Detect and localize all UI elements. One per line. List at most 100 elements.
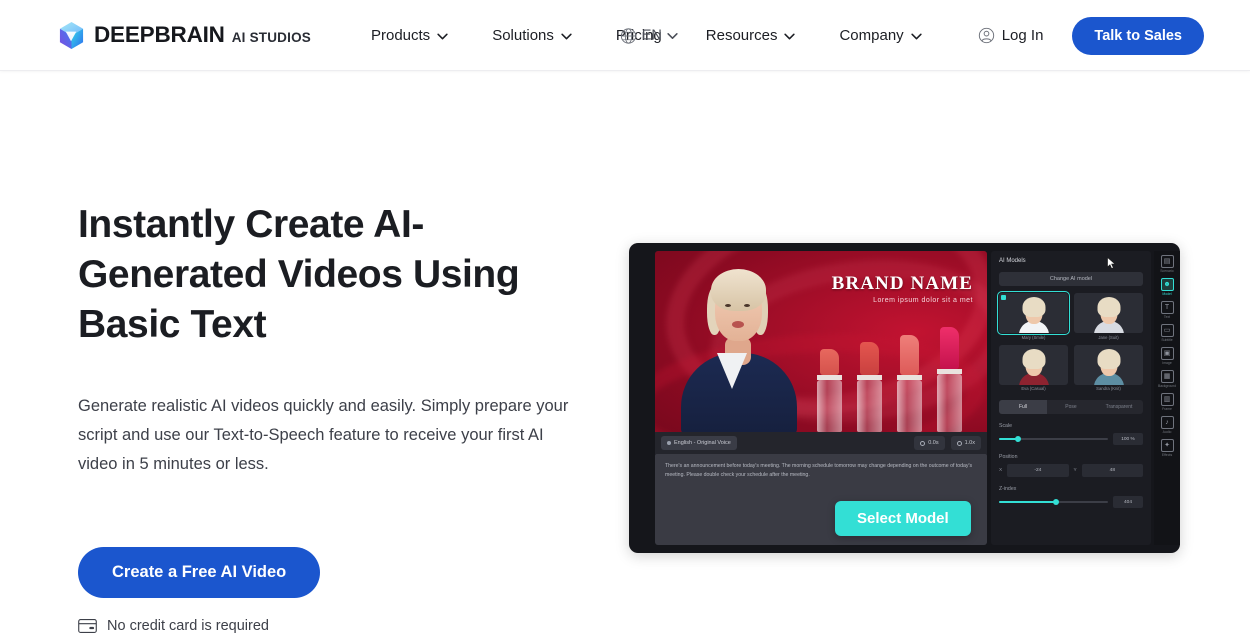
rail-item-scenario[interactable]: ▤ Scenario bbox=[1155, 255, 1179, 273]
login-label: Log In bbox=[1001, 27, 1044, 44]
scale-slider[interactable] bbox=[999, 436, 1108, 442]
duration-label: 0.0s bbox=[928, 440, 939, 446]
position-label: Position bbox=[999, 454, 1018, 460]
brand-logo[interactable]: DEEPBRAIN AI STUDIOS bbox=[58, 21, 311, 50]
position-x-input[interactable]: -24 bbox=[1007, 464, 1069, 477]
rail-label: Effects bbox=[1161, 453, 1173, 457]
model-name: Sandra (Knit) bbox=[1096, 386, 1121, 391]
chevron-down-icon bbox=[437, 27, 448, 44]
cube-logo-icon bbox=[58, 21, 85, 50]
login-link[interactable]: Log In bbox=[978, 27, 1044, 44]
speed-control[interactable]: 1.0x bbox=[950, 436, 981, 450]
zindex-slider[interactable] bbox=[999, 499, 1108, 505]
position-y-axis: Y bbox=[1073, 468, 1077, 473]
model-mode-tabs: Full Pose Transparent bbox=[999, 400, 1143, 414]
stage-toolbar: English - Original Voice 0.0s 1.0x bbox=[655, 432, 987, 454]
canvas-brand-tagline: Lorem ipsum dolor sit a met bbox=[873, 297, 973, 304]
model-name: Eva (Casual) bbox=[1021, 386, 1046, 391]
microphone-icon bbox=[667, 441, 671, 445]
image-icon: ▣ bbox=[1163, 350, 1171, 357]
rail-label: Text bbox=[1163, 315, 1171, 319]
duration-control[interactable]: 0.0s bbox=[914, 436, 945, 450]
zindex-value[interactable]: 404 bbox=[1113, 496, 1143, 508]
model-grid: Mary (Smile) Jane (Suit) Eva (Casual) Sa… bbox=[997, 291, 1143, 391]
model-icon: ☻ bbox=[1163, 281, 1171, 288]
brand-name: DEEPBRAIN bbox=[94, 22, 225, 47]
nav-label-products: Products bbox=[370, 26, 431, 44]
model-name: Jane (Suit) bbox=[1098, 334, 1119, 340]
rail-item-image[interactable]: ▣ Image bbox=[1155, 347, 1179, 365]
editor-tool-rail: ▤ Scenario ☻ Model T Text ▭ Subtitle ▣ I… bbox=[1154, 251, 1180, 545]
rail-item-frame[interactable]: ▥ Frame bbox=[1155, 393, 1179, 411]
language-selector[interactable]: EN bbox=[620, 27, 678, 44]
ai-presenter-avatar bbox=[673, 257, 805, 432]
model-name: Mary (Smile) bbox=[1021, 334, 1046, 340]
rail-label: Scenario bbox=[1160, 269, 1174, 273]
model-card[interactable]: Sandra (Knit) bbox=[1074, 344, 1143, 391]
tab-full[interactable]: Full bbox=[999, 400, 1047, 414]
nav-item-company[interactable]: Company bbox=[839, 19, 922, 52]
effects-icon: ✦ bbox=[1164, 442, 1170, 449]
chevron-down-icon bbox=[561, 27, 572, 44]
nav-item-products[interactable]: Products bbox=[371, 19, 448, 52]
tab-transparent[interactable]: Transparent bbox=[1095, 400, 1143, 414]
nav-label-solutions: Solutions bbox=[492, 26, 554, 44]
user-circle-icon bbox=[978, 27, 995, 44]
clock-icon bbox=[920, 440, 926, 446]
language-label: EN bbox=[641, 27, 662, 44]
hero-content: Instantly Create AI-Generated Videos Usi… bbox=[78, 200, 598, 634]
hero-subtitle: Generate realistic AI videos quickly and… bbox=[78, 397, 569, 473]
rail-item-effects[interactable]: ✦ Effects bbox=[1155, 439, 1179, 457]
tab-pose[interactable]: Pose bbox=[1047, 400, 1095, 414]
rail-item-subtitle[interactable]: ▭ Subtitle bbox=[1155, 324, 1179, 342]
no-credit-card-label: No credit card is required bbox=[107, 618, 269, 634]
scale-label: Scale bbox=[999, 423, 1012, 429]
audio-icon: ♪ bbox=[1165, 419, 1169, 426]
create-free-ai-video-button[interactable]: Create a Free AI Video bbox=[78, 547, 321, 598]
nav-item-resources[interactable]: Resources bbox=[706, 19, 796, 52]
frame-icon: ▥ bbox=[1163, 396, 1171, 403]
rail-label: Background bbox=[1157, 384, 1177, 388]
rail-item-audio[interactable]: ♪ Audio bbox=[1155, 416, 1179, 434]
rail-label: Subtitle bbox=[1161, 338, 1173, 342]
scale-slider-row: 100 % bbox=[999, 433, 1143, 445]
select-model-button[interactable]: Select Model bbox=[835, 501, 971, 536]
hero-title: Instantly Create AI-Generated Videos Usi… bbox=[78, 203, 520, 346]
no-credit-card-note: No credit card is required bbox=[78, 618, 598, 634]
credit-card-icon bbox=[78, 619, 97, 633]
speed-icon bbox=[956, 440, 962, 446]
selected-indicator bbox=[1001, 295, 1006, 300]
canvas-brand-name: BRAND NAME bbox=[831, 273, 973, 294]
model-card[interactable]: Mary (Smile) bbox=[997, 291, 1070, 340]
chevron-down-icon bbox=[667, 28, 678, 44]
rail-label: Frame bbox=[1162, 407, 1172, 411]
position-y-input[interactable]: 48 bbox=[1081, 464, 1143, 477]
position-x-axis: X bbox=[999, 468, 1003, 473]
rail-label: Model bbox=[1162, 292, 1172, 296]
product-lipsticks-image bbox=[803, 322, 983, 432]
position-row: X -24 Y 48 bbox=[999, 464, 1143, 477]
subtitle-icon: ▭ bbox=[1163, 327, 1171, 334]
script-text: There's an announcement before today's m… bbox=[665, 463, 973, 478]
voice-language-chip[interactable]: English - Original Voice bbox=[661, 436, 737, 450]
chevron-down-icon bbox=[911, 27, 922, 44]
video-canvas[interactable]: BRAND NAME Lorem ipsum dolor sit a met bbox=[655, 251, 987, 432]
site-header: DEEPBRAIN AI STUDIOS Products Solutions … bbox=[0, 0, 1250, 71]
talk-to-sales-button[interactable]: Talk to Sales bbox=[1072, 16, 1204, 55]
rail-item-background[interactable]: ▦ Background bbox=[1155, 370, 1179, 388]
nav-label-company: Company bbox=[839, 26, 904, 44]
globe-icon bbox=[620, 27, 637, 44]
change-ai-model-button[interactable]: Change AI model bbox=[999, 272, 1143, 286]
speed-label: 1.0x bbox=[964, 440, 975, 446]
model-card[interactable]: Jane (Suit) bbox=[1074, 293, 1143, 340]
rail-item-text[interactable]: T Text bbox=[1155, 301, 1179, 319]
zindex-slider-row: 404 bbox=[999, 496, 1143, 508]
rail-item-model[interactable]: ☻ Model bbox=[1155, 278, 1179, 296]
scale-value[interactable]: 100 % bbox=[1113, 433, 1143, 445]
model-card[interactable]: Eva (Casual) bbox=[999, 344, 1068, 391]
panel-title: AI Models bbox=[999, 258, 1026, 264]
nav-item-solutions[interactable]: Solutions bbox=[492, 19, 572, 52]
rail-label: Image bbox=[1162, 361, 1172, 365]
product-demo-preview: BRAND NAME Lorem ipsum dolor sit a met E… bbox=[629, 243, 1180, 553]
zindex-label: Z-index bbox=[999, 486, 1017, 492]
